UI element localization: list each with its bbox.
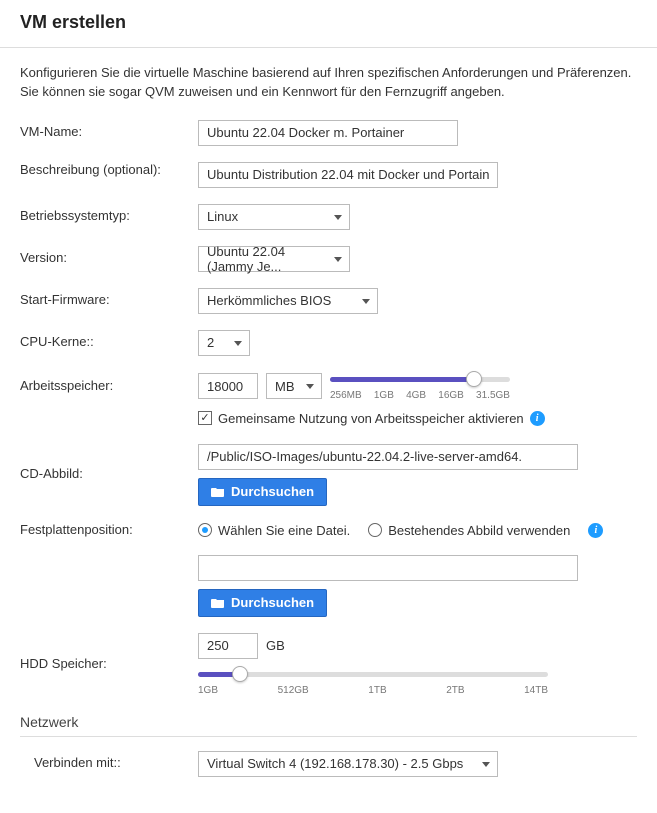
radio-dot-icon: [198, 523, 212, 537]
disk-choose-file-label: Wählen Sie eine Datei.: [218, 523, 350, 538]
network-switch-value: Virtual Switch 4 (192.168.178.30) - 2.5 …: [207, 756, 463, 771]
tick-label: 16GB: [438, 390, 464, 401]
folder-icon: [211, 486, 225, 497]
firmware-value: Herkömmliches BIOS: [207, 293, 331, 308]
tick-label: 31.5GB: [476, 390, 510, 401]
label-os-type: Betriebssystemtyp:: [20, 208, 198, 225]
memory-amount-input[interactable]: [198, 373, 258, 399]
label-connect-with: Verbinden mit::: [34, 755, 198, 772]
os-type-value: Linux: [207, 209, 238, 224]
info-icon[interactable]: i: [588, 523, 603, 538]
tick-label: 1GB: [198, 685, 218, 696]
disk-choose-file-radio[interactable]: Wählen Sie eine Datei.: [198, 523, 350, 538]
memory-ticks: 256MB 1GB 4GB 16GB 31.5GB: [330, 390, 510, 401]
vm-name-input[interactable]: [198, 120, 458, 146]
slider-fill: [330, 377, 474, 382]
disk-file-path-input[interactable]: [198, 555, 578, 581]
tick-label: 256MB: [330, 390, 362, 401]
hdd-ticks: 1GB 512GB 1TB 2TB 14TB: [198, 685, 548, 696]
description-input[interactable]: [198, 162, 498, 188]
section-divider: [20, 736, 637, 737]
memory-unit-value: MB: [275, 379, 295, 394]
slider-thumb[interactable]: [466, 371, 482, 387]
shared-memory-checkbox[interactable]: ✓: [198, 411, 212, 425]
label-firmware: Start-Firmware:: [20, 292, 198, 309]
slider-thumb[interactable]: [232, 666, 248, 682]
intro-text: Konfigurieren Sie die virtuelle Maschine…: [20, 64, 637, 102]
disk-file-browse-button[interactable]: Durchsuchen: [198, 589, 327, 617]
memory-slider[interactable]: [330, 372, 510, 386]
hdd-amount-input[interactable]: [198, 633, 258, 659]
browse-label: Durchsuchen: [231, 595, 314, 610]
label-memory: Arbeitsspeicher:: [20, 378, 198, 395]
tick-label: 512GB: [278, 685, 309, 696]
cd-image-path-input[interactable]: [198, 444, 578, 470]
page-title: VM erstellen: [20, 12, 637, 33]
firmware-select[interactable]: Herkömmliches BIOS: [198, 288, 378, 314]
shared-memory-label: Gemeinsame Nutzung von Arbeitsspeicher a…: [218, 411, 524, 426]
os-type-select[interactable]: Linux: [198, 204, 350, 230]
radio-dot-icon: [368, 523, 382, 537]
label-hdd-storage: HDD Speicher:: [20, 656, 198, 673]
label-description: Beschreibung (optional):: [20, 162, 198, 179]
memory-unit-select[interactable]: MB: [266, 373, 322, 399]
slider-track: [198, 672, 548, 677]
network-switch-select[interactable]: Virtual Switch 4 (192.168.178.30) - 2.5 …: [198, 751, 498, 777]
version-select[interactable]: Ubuntu 22.04 (Jammy Je...: [198, 246, 350, 272]
network-section-title: Netzwerk: [20, 714, 637, 730]
tick-label: 2TB: [446, 685, 464, 696]
cpu-cores-select[interactable]: 2: [198, 330, 250, 356]
label-vm-name: VM-Name:: [20, 124, 198, 141]
disk-use-existing-radio[interactable]: Bestehendes Abbild verwenden: [368, 523, 570, 538]
label-cd-image: CD-Abbild:: [20, 466, 198, 483]
version-value: Ubuntu 22.04 (Jammy Je...: [207, 244, 325, 274]
label-disk-location: Festplattenposition:: [20, 522, 198, 539]
disk-use-existing-label: Bestehendes Abbild verwenden: [388, 523, 570, 538]
folder-icon: [211, 597, 225, 608]
label-cpu-cores: CPU-Kerne::: [20, 334, 198, 351]
label-version: Version:: [20, 250, 198, 267]
hdd-slider[interactable]: [198, 667, 548, 681]
tick-label: 14TB: [524, 685, 548, 696]
tick-label: 4GB: [406, 390, 426, 401]
info-icon[interactable]: i: [530, 411, 545, 426]
cpu-cores-value: 2: [207, 335, 214, 350]
tick-label: 1TB: [368, 685, 386, 696]
browse-label: Durchsuchen: [231, 484, 314, 499]
hdd-unit-label: GB: [266, 638, 290, 653]
cd-image-browse-button[interactable]: Durchsuchen: [198, 478, 327, 506]
tick-label: 1GB: [374, 390, 394, 401]
